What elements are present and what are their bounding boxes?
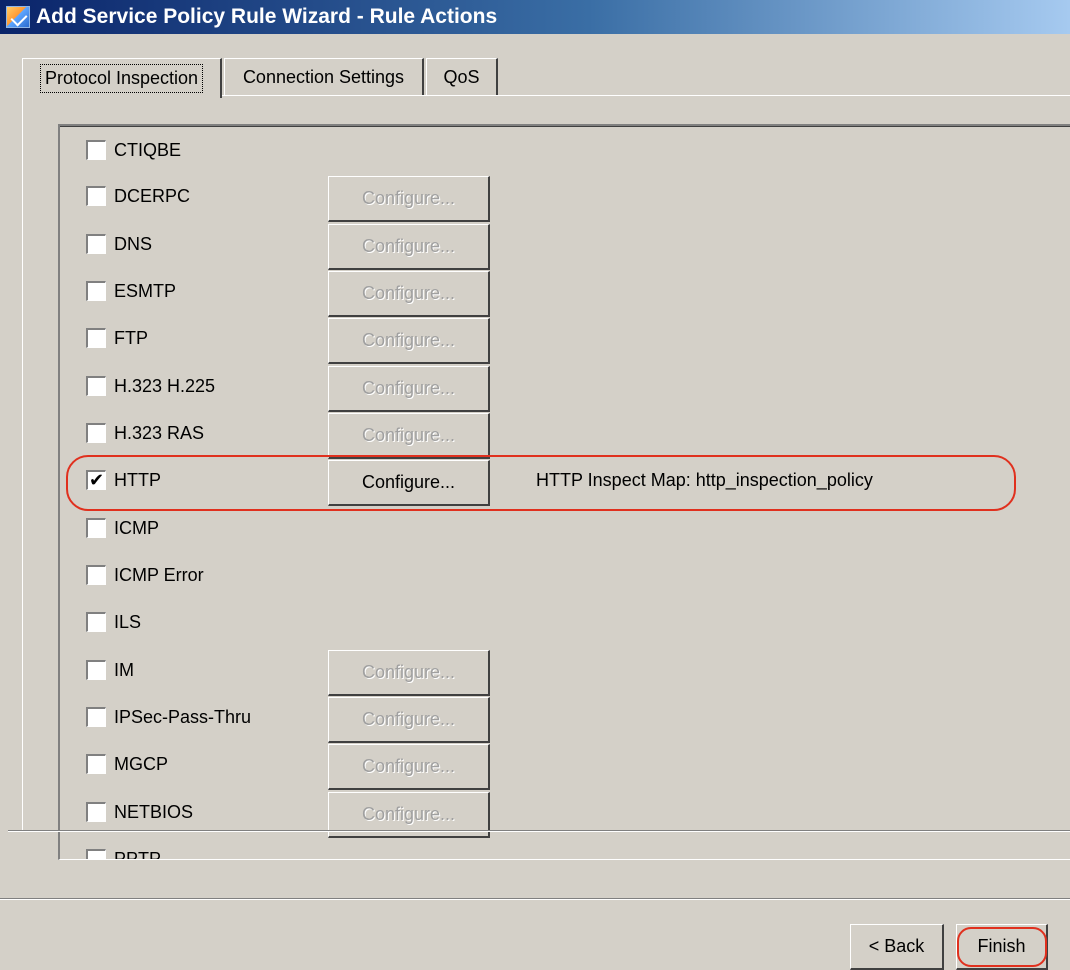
- configure-button[interactable]: Configure...: [328, 318, 490, 364]
- configure-button[interactable]: Configure...: [328, 650, 490, 696]
- app-icon: [6, 6, 30, 28]
- panel-divider: [8, 830, 1070, 832]
- protocol-row: ESMTP Configure...: [86, 271, 1046, 317]
- protocol-checkbox[interactable]: ✔: [86, 470, 106, 490]
- protocol-label: ICMP: [114, 518, 159, 538]
- protocol-row: MGCP Configure...: [86, 744, 1046, 790]
- protocol-row: CTIQBE: [86, 130, 1046, 176]
- protocol-label: NETBIOS: [114, 802, 194, 822]
- protocol-checkbox[interactable]: [86, 328, 106, 348]
- protocol-row: IPSec-Pass-Thru Configure...: [86, 697, 1046, 743]
- protocol-label: PPTP: [114, 849, 162, 860]
- configure-button[interactable]: Configure...: [328, 224, 490, 270]
- protocol-label: ILS: [114, 612, 142, 632]
- tab-label: Protocol Inspection: [39, 64, 204, 93]
- configure-button[interactable]: Configure...: [328, 413, 490, 459]
- protocol-row: DNS Configure...: [86, 224, 1046, 270]
- protocol-checkbox[interactable]: [86, 849, 106, 859]
- protocol-label: IM: [114, 660, 134, 680]
- tab-qos[interactable]: QoS: [426, 58, 498, 96]
- window-title: Add Service Policy Rule Wizard - Rule Ac…: [36, 5, 498, 28]
- protocol-row: FTP Configure...: [86, 318, 1046, 364]
- configure-button[interactable]: Configure...: [328, 366, 490, 412]
- protocol-row: ICMP Error: [86, 555, 1046, 601]
- protocol-checkbox[interactable]: [86, 376, 106, 396]
- protocol-label: DNS: [114, 234, 153, 254]
- protocol-checkbox[interactable]: [86, 140, 106, 160]
- inspect-map-info: HTTP Inspect Map: http_inspection_policy: [536, 470, 873, 490]
- protocol-label: MGCP: [114, 754, 168, 774]
- protocol-row: IM Configure...: [86, 650, 1046, 696]
- protocol-label: ESMTP: [114, 281, 177, 301]
- tab-label: Connection Settings: [242, 67, 405, 87]
- protocol-checkbox[interactable]: [86, 612, 106, 632]
- protocol-label: ICMP Error: [114, 565, 204, 585]
- protocol-row: H.323 H.225 Configure...: [86, 366, 1046, 412]
- protocol-row: DCERPC Configure...: [86, 176, 1046, 222]
- protocol-checkbox[interactable]: [86, 802, 106, 822]
- protocol-row: ICMP: [86, 508, 1046, 554]
- protocol-list[interactable]: CTIQBE DCERPC Configure... DNS Configure... E…: [58, 124, 1070, 860]
- title-bar: Add Service Policy Rule Wizard - Rule Ac…: [0, 0, 1070, 34]
- back-button[interactable]: < Back: [850, 924, 944, 970]
- configure-button[interactable]: Configure...: [328, 460, 490, 506]
- protocol-label: H.323 RAS: [114, 423, 205, 443]
- protocol-checkbox[interactable]: [86, 518, 106, 538]
- protocol-label: DCERPC: [114, 186, 191, 206]
- tab-connection-settings[interactable]: Connection Settings: [224, 58, 424, 96]
- configure-button[interactable]: Configure...: [328, 697, 490, 743]
- protocol-label: H.323 H.225: [114, 376, 216, 396]
- finish-button[interactable]: Finish: [956, 924, 1048, 970]
- configure-button[interactable]: Configure...: [328, 271, 490, 317]
- protocol-checkbox[interactable]: [86, 234, 106, 254]
- protocol-row: H.323 RAS Configure...: [86, 413, 1046, 459]
- protocol-checkbox[interactable]: [86, 754, 106, 774]
- protocol-checkbox[interactable]: [86, 707, 106, 727]
- protocol-label: FTP: [114, 328, 148, 348]
- protocol-checkbox[interactable]: [86, 281, 106, 301]
- protocol-row: ILS: [86, 602, 1046, 648]
- configure-button[interactable]: Configure...: [328, 176, 490, 222]
- configure-button[interactable]: Configure...: [328, 744, 490, 790]
- button-bar-separator: [0, 898, 1070, 900]
- protocol-label: HTTP: [114, 470, 161, 490]
- protocol-checkbox[interactable]: [86, 660, 106, 680]
- protocol-checkbox[interactable]: [86, 423, 106, 443]
- protocol-row: ✔ HTTP Configure... HTTP Inspect Map: http_…: [86, 460, 1046, 506]
- tab-protocol-inspection[interactable]: Protocol Inspection: [22, 58, 222, 98]
- protocol-row: PPTP: [86, 839, 1046, 860]
- tab-label: QoS: [443, 67, 480, 87]
- protocol-label: CTIQBE: [114, 140, 182, 160]
- protocol-checkbox[interactable]: [86, 565, 106, 585]
- protocol-checkbox[interactable]: [86, 186, 106, 206]
- protocol-label: IPSec-Pass-Thru: [114, 707, 252, 727]
